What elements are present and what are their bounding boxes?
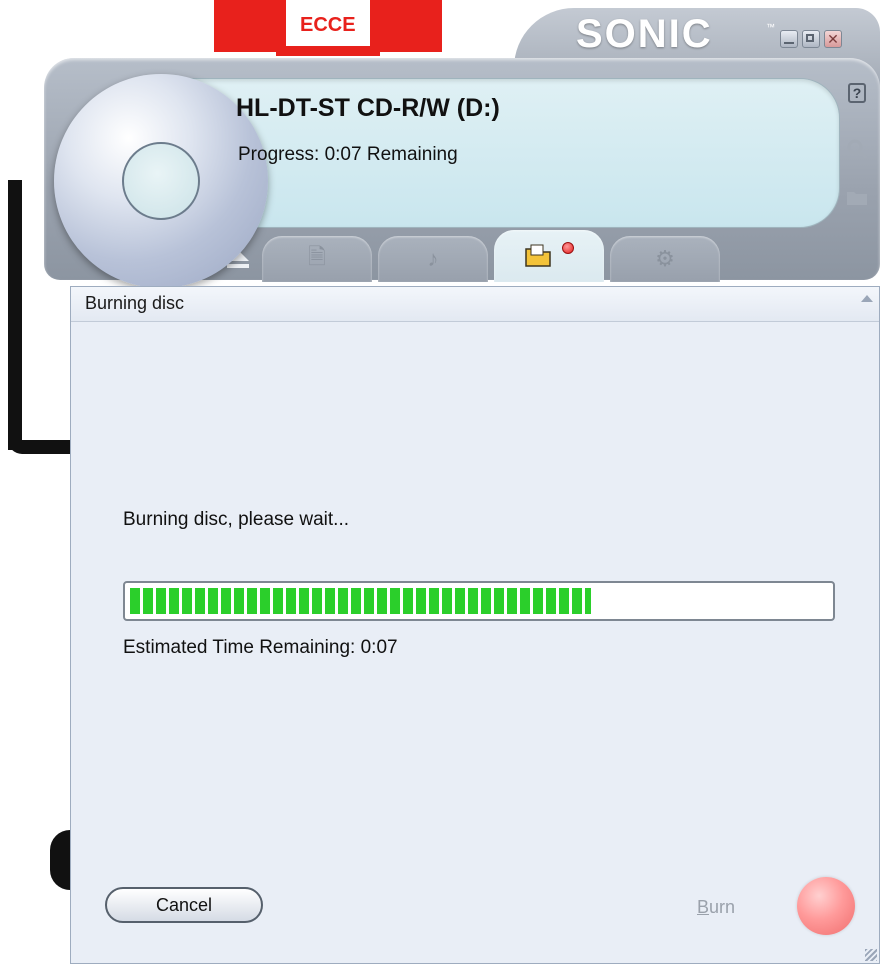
burn-folder-icon [525,244,551,267]
tab-music[interactable]: ♪ [378,236,488,282]
device-title: HL-DT-ST CD-R/W (D:) [236,94,500,122]
progress-status: Progress: 0:07 Remaining [238,144,458,165]
background-stroke [8,440,70,454]
music-icon: ♪ [427,246,439,271]
burn-progress-bar [123,581,835,621]
burn-progress-fill [130,588,591,614]
data-icon: 🗎 [308,244,326,269]
close-icon[interactable]: ✕ [824,30,842,48]
tab-tools[interactable]: ⚙ [610,236,720,282]
panel-header: Burning disc [71,287,879,322]
tab-burn-folder[interactable] [494,230,604,282]
background-stroke [50,830,70,890]
burn-label-accelerator: B [697,897,710,917]
burning-panel: Burning disc Burning disc, please wait..… [70,286,880,964]
sonic-skin: SONIC ™ ✕ ? 🗎 ♪ ⚙ [44,8,880,288]
tools-icon: ⚙ [655,246,675,271]
burning-status-message: Burning disc, please wait... [123,509,350,530]
burn-label-rest: urn [709,897,736,917]
burn-button[interactable] [797,877,855,935]
background-stroke [8,180,22,450]
cd-disc-hub [122,142,200,220]
maximize-icon[interactable] [802,30,820,48]
tab-data[interactable]: 🗎 [262,236,372,282]
sonic-brand-logo: SONIC [576,12,713,56]
resize-grip-icon[interactable] [865,949,877,961]
help-icon[interactable]: ? [844,80,870,106]
folder-icon[interactable] [844,184,870,210]
burn-label[interactable]: Burn [697,897,735,918]
cancel-button[interactable]: Cancel [105,887,263,923]
record-indicator-icon [562,242,574,254]
brand-trademark: ™ [766,22,775,32]
search-icon[interactable] [844,136,870,162]
estimated-time-remaining: Estimated Time Remaining: 0:07 [123,637,398,658]
collapse-arrow-icon[interactable] [861,295,873,302]
minimize-icon[interactable] [780,30,798,48]
panel-title: Burning disc [85,293,185,313]
